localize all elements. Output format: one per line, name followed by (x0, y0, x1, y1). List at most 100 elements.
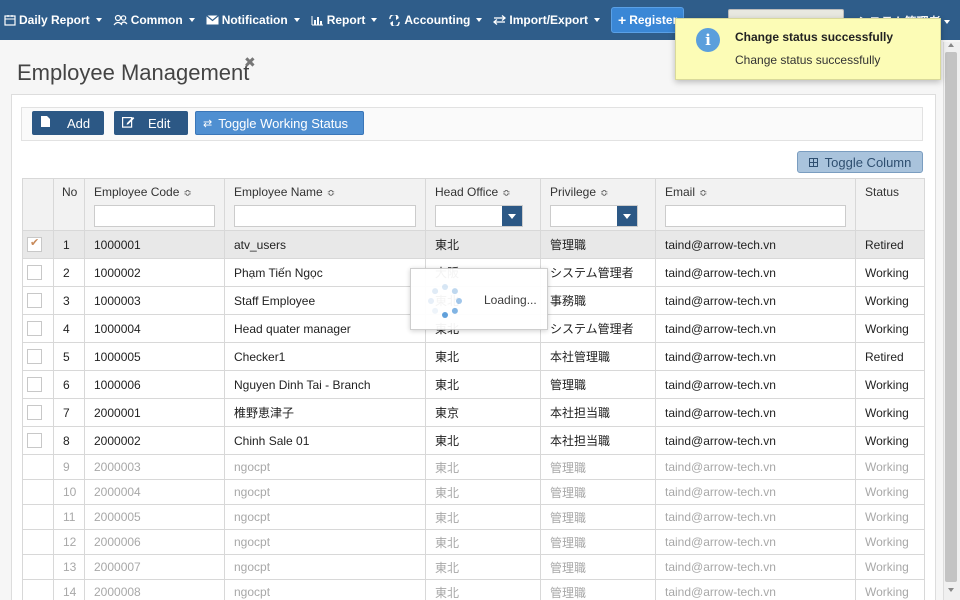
header-employee-code-label: Employee Code (94, 185, 180, 199)
nav-report[interactable]: Report (311, 13, 378, 27)
cell-privilege: 管理職 (540, 554, 656, 580)
cell-email: taind@arrow-tech.vn (655, 230, 856, 259)
edit-label: Edit (148, 115, 171, 131)
cell-email: taind@arrow-tech.vn (655, 504, 856, 530)
envelope-icon (205, 15, 219, 25)
toggle-working-status-button[interactable]: ⇄ Toggle Working Status (195, 111, 364, 135)
cell-name: ngocpt (224, 554, 426, 580)
chevron-down-icon[interactable] (502, 206, 522, 226)
nav-accounting[interactable]: Accounting (388, 13, 483, 27)
cell-email: taind@arrow-tech.vn (655, 554, 856, 580)
cell-status: Working (855, 454, 925, 480)
info-icon: i (696, 28, 720, 52)
header-email-label: Email (665, 185, 696, 199)
cell-name: Staff Employee (224, 286, 426, 315)
caret-down-icon (293, 18, 300, 22)
cell-name: ngocpt (224, 504, 426, 530)
swap-icon: ⇄ (203, 117, 213, 130)
cell-code: 2000005 (84, 504, 225, 530)
toast-message: Change status successfully (735, 53, 881, 67)
sort-icon[interactable]: ≎ (699, 188, 707, 199)
table-row[interactable]: 5 1000005 Checker1 東北 本社管理職 taind@arrow-… (22, 342, 925, 371)
header-employee-name[interactable]: Employee Name ≎ (224, 178, 426, 231)
cell-code: 2000007 (84, 554, 225, 580)
email-filter-input[interactable] (665, 205, 846, 227)
add-button[interactable]: Add (32, 111, 104, 135)
cell-status: Working (855, 426, 925, 455)
cell-code: 2000004 (84, 479, 225, 505)
header-employee-code[interactable]: Employee Code ≎ (84, 178, 225, 231)
cell-privilege: 管理職 (540, 479, 656, 505)
table-row: 14 2000008 ngocpt 東北 管理職 taind@arrow-tec… (22, 579, 925, 600)
cell-office: 東北 (425, 342, 541, 371)
caret-down-icon (188, 18, 195, 22)
cell-office: 東北 (425, 504, 541, 530)
cell-privilege: 管理職 (540, 504, 656, 530)
header-head-office-label: Head Office (435, 185, 499, 199)
cell-office: 東北 (425, 579, 541, 600)
cell-no: 3 (53, 286, 85, 315)
row-checkbox[interactable] (27, 321, 42, 337)
cell-privilege: システム管理者 (540, 314, 656, 343)
header-no: No (53, 178, 85, 231)
header-no-label: No (62, 185, 78, 199)
cell-status: Working (855, 286, 925, 315)
table-row[interactable]: 6 1000006 Nguyen Dinh Tai - Branch 東北 管理… (22, 370, 925, 399)
scrollbar-thumb[interactable] (945, 52, 957, 582)
table-row[interactable]: 7 2000001 椎野恵津子 東京 本社担当職 taind@arrow-tec… (22, 398, 925, 427)
cell-status: Working (855, 529, 925, 555)
sort-icon[interactable]: ≎ (183, 188, 191, 199)
cell-office: 東北 (425, 479, 541, 505)
caret-down-icon (943, 19, 950, 24)
employee-name-filter-input[interactable] (234, 205, 416, 227)
success-toast[interactable]: i Change status successfully Change stat… (675, 18, 941, 80)
cell-office: 東北 (425, 426, 541, 455)
row-checkbox[interactable] (27, 293, 42, 309)
nav-notification[interactable]: Notification (205, 13, 300, 27)
nav-daily-report[interactable]: Daily Report (4, 13, 102, 27)
table-row[interactable]: 8 2000002 Chinh Sale 01 東北 本社担当職 taind@a… (22, 426, 925, 455)
cell-name: ngocpt (224, 529, 426, 555)
cell-office: 東北 (425, 454, 541, 480)
row-checkbox[interactable] (27, 433, 42, 449)
header-status-label: Status (865, 185, 900, 199)
sort-icon[interactable]: ≎ (502, 188, 510, 199)
sort-icon[interactable]: ≎ (327, 188, 335, 199)
cell-name: Phạm Tiến Ngọc (224, 258, 426, 287)
chevron-down-icon[interactable] (617, 206, 637, 226)
cell-code: 2000003 (84, 454, 225, 480)
table-row: 13 2000007 ngocpt 東北 管理職 taind@arrow-tec… (22, 554, 925, 580)
head-office-filter-select[interactable] (435, 205, 523, 227)
header-email[interactable]: Email ≎ (655, 178, 856, 231)
header-head-office[interactable]: Head Office ≎ (425, 178, 541, 231)
register-button[interactable]: + Register (611, 7, 685, 33)
loading-overlay: Loading... (410, 268, 548, 330)
cell-name: ngocpt (224, 579, 426, 600)
row-checkbox[interactable] (27, 405, 42, 421)
header-privilege[interactable]: Privilege ≎ (540, 178, 656, 231)
cell-no: 6 (53, 370, 85, 399)
cell-code: 1000001 (84, 230, 225, 259)
cell-no: 13 (53, 554, 85, 580)
row-checkbox[interactable] (27, 377, 42, 393)
caret-down-icon (371, 18, 378, 22)
privilege-filter-select[interactable] (550, 205, 638, 227)
row-checkbox[interactable] (27, 236, 42, 253)
cell-privilege: システム管理者 (540, 258, 656, 287)
edit-button[interactable]: Edit (114, 111, 188, 135)
employee-code-filter-input[interactable] (94, 205, 215, 227)
scroll-up-icon[interactable] (948, 43, 954, 47)
row-checkbox[interactable] (27, 349, 42, 365)
toggle-column-button[interactable]: Toggle Column (797, 151, 923, 173)
cell-privilege: 本社管理職 (540, 342, 656, 371)
table-row[interactable]: 1 1000001 atv_users 東北 管理職 taind@arrow-t… (22, 230, 925, 259)
row-checkbox[interactable] (27, 265, 42, 281)
scroll-down-icon[interactable] (948, 588, 954, 592)
sort-icon[interactable]: ≎ (600, 188, 608, 199)
nav-import-export[interactable]: Import/Export (493, 13, 601, 27)
nav-common[interactable]: Common (113, 13, 195, 27)
cell-privilege: 本社担当職 (540, 426, 656, 455)
register-label: Register (629, 13, 678, 27)
calendar-icon (4, 14, 16, 26)
close-icon[interactable]: ✖ (244, 54, 256, 71)
